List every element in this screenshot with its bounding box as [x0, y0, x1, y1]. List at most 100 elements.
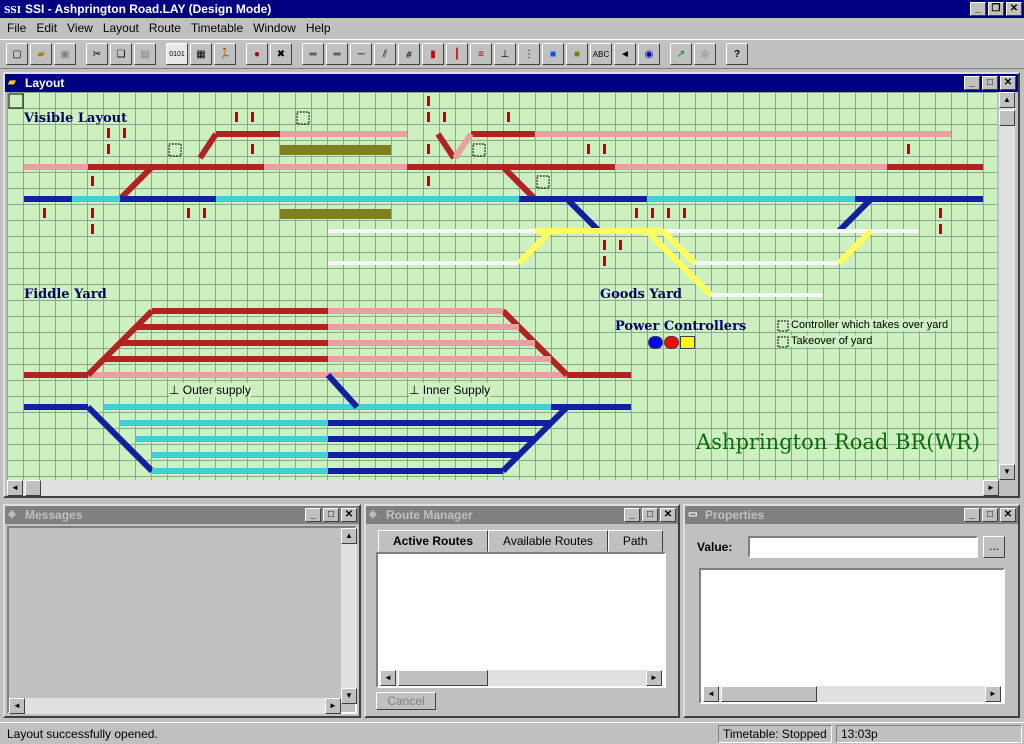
folder-icon: ▰ — [8, 77, 16, 88]
active-routes-list[interactable] — [376, 552, 666, 688]
track-segment — [435, 132, 457, 160]
double-track-icon[interactable]: ═ — [326, 43, 348, 65]
menu-timetable[interactable]: Timetable — [186, 21, 248, 35]
binary-icon[interactable]: 0101 — [166, 43, 188, 65]
layout-canvas[interactable]: Visible Layout Fiddle Yard Goods Yard Po… — [7, 92, 997, 480]
scroll-right-button[interactable]: ► — [983, 480, 999, 496]
shunt-signal-icon[interactable]: ┃ — [446, 43, 468, 65]
scroll-right-button[interactable]: ► — [985, 686, 1001, 702]
layout-maximize-button[interactable]: □ — [982, 76, 998, 90]
menu-edit[interactable]: Edit — [31, 21, 62, 35]
speaker-icon[interactable]: ◄ — [614, 43, 636, 65]
layout-minimize-button[interactable]: _ — [964, 76, 980, 90]
close-button[interactable]: ✕ — [1006, 2, 1022, 16]
properties-list[interactable] — [699, 568, 1005, 704]
messages-close-button[interactable]: ✕ — [341, 508, 357, 522]
menu-file[interactable]: File — [2, 21, 31, 35]
controller-yellow[interactable] — [680, 336, 695, 349]
tab-available-routes[interactable]: Available Routes — [488, 530, 608, 552]
scroll-thumb[interactable] — [999, 110, 1015, 126]
controller-icon[interactable]: ⋮ — [518, 43, 540, 65]
scroll-down-button[interactable]: ▼ — [999, 464, 1015, 480]
route-hscroll[interactable]: ◄ ► — [380, 670, 662, 686]
menu-layout[interactable]: Layout — [98, 21, 144, 35]
value-field[interactable] — [748, 536, 978, 558]
route-manager-title: ◈ Route Manager _ □ ✕ — [366, 506, 678, 524]
scroll-left-button[interactable]: ◄ — [7, 480, 23, 496]
track-icon[interactable]: ═ — [302, 43, 324, 65]
browse-button[interactable]: ... — [983, 536, 1005, 558]
menu-view[interactable]: View — [62, 21, 98, 35]
copy-icon[interactable]: ❏ — [110, 43, 132, 65]
scroll-right-button[interactable]: ► — [325, 698, 341, 714]
scroll-up-button[interactable]: ▲ — [341, 528, 357, 544]
no-trains-icon[interactable]: ✖ — [270, 43, 292, 65]
target-icon[interactable]: ◉ — [638, 43, 660, 65]
tab-active-routes[interactable]: Active Routes — [378, 530, 489, 552]
plain-track-icon[interactable]: ─ — [350, 43, 372, 65]
open-icon[interactable]: ▰ — [30, 43, 52, 65]
route-icon: ◈ — [369, 509, 377, 520]
clock-icon[interactable]: ◎ — [694, 43, 716, 65]
diamond-icon[interactable]: ⧣ — [398, 43, 420, 65]
controller-box-icon — [296, 111, 310, 125]
properties-maximize-button[interactable]: □ — [982, 508, 998, 522]
new-icon[interactable]: ▢ — [6, 43, 28, 65]
messages-list[interactable] — [7, 526, 357, 714]
walk-icon[interactable]: 🏃 — [214, 43, 236, 65]
messages-maximize-button[interactable]: □ — [323, 508, 339, 522]
hscroll-thumb[interactable] — [721, 686, 817, 702]
yellow-block-icon[interactable]: ■ — [566, 43, 588, 65]
signal-icon — [107, 128, 110, 138]
supply-icon[interactable]: ⊥ — [494, 43, 516, 65]
scroll-down-button[interactable]: ▼ — [341, 688, 357, 704]
scroll-left-button[interactable]: ◄ — [9, 698, 25, 714]
controller-red[interactable] — [664, 336, 679, 349]
menu-help[interactable]: Help — [301, 21, 336, 35]
layout-hscroll[interactable]: ◄ ► — [7, 480, 999, 496]
cut-icon[interactable]: ✂ — [86, 43, 108, 65]
label-icon[interactable]: ABC — [590, 43, 612, 65]
value-label: Value: — [697, 540, 733, 554]
tab-path[interactable]: Path — [607, 530, 663, 552]
controller-blue[interactable] — [648, 336, 663, 349]
scroll-left-button[interactable]: ◄ — [380, 670, 396, 686]
messages-minimize-button[interactable]: _ — [305, 508, 321, 522]
route-maximize-button[interactable]: □ — [642, 508, 658, 522]
supply-icon: ⊥ — [169, 383, 180, 397]
layout-title-text: Layout — [25, 76, 65, 90]
layout-vscroll[interactable]: ▲ ▼ — [999, 92, 1015, 480]
messages-vscroll[interactable]: ▲ ▼ — [341, 528, 357, 704]
route-minimize-button[interactable]: _ — [624, 508, 640, 522]
properties-minimize-button[interactable]: _ — [964, 508, 980, 522]
properties-hscroll[interactable]: ◄ ► — [703, 686, 1001, 702]
hscroll-thumb[interactable] — [25, 480, 41, 496]
help-icon[interactable]: ? — [726, 43, 748, 65]
hscroll-thumb[interactable] — [398, 670, 488, 686]
layout-close-button[interactable]: ✕ — [1000, 76, 1016, 90]
scroll-right-button[interactable]: ► — [646, 670, 662, 686]
messages-hscroll[interactable]: ◄ ► — [9, 698, 341, 714]
menu-bar: File Edit View Layout Route Timetable Wi… — [0, 18, 1024, 38]
grid-icon[interactable]: ▦ — [190, 43, 212, 65]
trains-icon[interactable]: ● — [246, 43, 268, 65]
scroll-up-button[interactable]: ▲ — [999, 92, 1015, 108]
power-icon[interactable]: ■ — [542, 43, 564, 65]
crossover-icon[interactable]: ⫽ — [374, 43, 396, 65]
paste-icon[interactable]: ▤ — [134, 43, 156, 65]
buffer-icon[interactable]: ≡ — [470, 43, 492, 65]
track-segment — [500, 164, 538, 202]
track-diagram[interactable] — [7, 92, 997, 480]
properties-close-button[interactable]: ✕ — [1000, 508, 1016, 522]
scroll-left-button[interactable]: ◄ — [703, 686, 719, 702]
menu-window[interactable]: Window — [248, 21, 301, 35]
menu-route[interactable]: Route — [144, 21, 186, 35]
route-icon[interactable]: ↗ — [670, 43, 692, 65]
label-visible-layout: Visible Layout — [24, 111, 128, 126]
save-icon[interactable]: ▣ — [54, 43, 76, 65]
route-close-button[interactable]: ✕ — [660, 508, 676, 522]
signal-icon[interactable]: ▮ — [422, 43, 444, 65]
restore-button[interactable]: ❐ — [988, 2, 1004, 16]
cancel-button[interactable]: Cancel — [376, 692, 436, 710]
minimize-button[interactable]: _ — [970, 2, 986, 16]
